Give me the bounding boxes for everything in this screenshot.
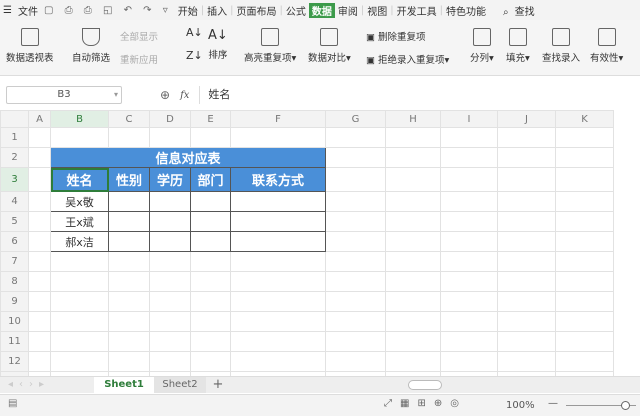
sheet-tabs-bar: ◂‹›▸ Sheet1 Sheet2 + xyxy=(0,376,640,393)
header-contact[interactable]: 联系方式 xyxy=(230,167,326,192)
row-header[interactable]: 11 xyxy=(0,331,29,352)
macro-icon[interactable]: ▤ xyxy=(8,398,17,409)
search-icon: ⌕ xyxy=(502,6,509,18)
row-header[interactable]: 4 xyxy=(0,191,29,212)
horizontal-scrollbar[interactable] xyxy=(408,380,442,390)
col-header[interactable]: I xyxy=(440,110,498,128)
col-header[interactable]: E xyxy=(190,110,231,128)
col-header[interactable]: A xyxy=(28,110,51,128)
header-gender[interactable]: 性别 xyxy=(108,167,150,192)
row-header[interactable]: 7 xyxy=(0,251,29,272)
row-header[interactable]: 3 xyxy=(0,167,29,192)
row-header[interactable]: 2 xyxy=(0,147,29,168)
col-header[interactable]: K xyxy=(555,110,614,128)
col-header[interactable]: H xyxy=(385,110,441,128)
name-cell[interactable]: 郝x洁 xyxy=(50,231,109,252)
name-cell[interactable]: 吴x敬 xyxy=(50,191,109,212)
pivot-table-button[interactable]: 数据透视表 xyxy=(6,28,54,64)
highlight-icon xyxy=(261,28,280,46)
row-header[interactable]: 10 xyxy=(0,311,29,332)
row-header[interactable]: 9 xyxy=(0,291,29,312)
view-buttons[interactable]: ⤢▦⊞⊕◎ xyxy=(384,398,467,409)
header-education[interactable]: 学历 xyxy=(149,167,191,192)
row-header[interactable]: 1 xyxy=(0,127,29,148)
split-icon xyxy=(472,28,491,46)
data-compare-button[interactable]: 数据对比▾ xyxy=(308,28,351,64)
col-header[interactable]: C xyxy=(108,110,150,128)
reject-duplicates-button[interactable]: ▣ 拒绝录入重复项▾ xyxy=(366,52,449,66)
sort-desc-icon[interactable]: Z↓ xyxy=(186,49,203,62)
tab-developer[interactable]: 开发工具 xyxy=(394,3,440,18)
select-all[interactable] xyxy=(0,110,29,128)
add-sheet-button[interactable]: + xyxy=(208,377,228,393)
validity-button[interactable]: 有效性▾ xyxy=(590,28,623,64)
tab-review[interactable]: 审阅 xyxy=(335,3,361,18)
tab-layout[interactable]: 页面布局 xyxy=(233,3,279,18)
delete-duplicates-button[interactable]: ▣ 删除重复项 xyxy=(366,29,426,43)
header-name[interactable]: 姓名 xyxy=(50,167,109,192)
fx-icon[interactable]: fx xyxy=(180,90,189,101)
col-header[interactable]: D xyxy=(149,110,191,128)
tab-data[interactable]: 数据 xyxy=(308,2,335,18)
reapply-button[interactable]: 重新应用 xyxy=(120,52,158,66)
zoom-out-button[interactable]: — xyxy=(548,398,558,409)
lookup-icon xyxy=(552,28,570,46)
sort-asc-icon[interactable]: A↓ xyxy=(186,26,203,39)
status-bar: ▤ ⤢▦⊞⊕◎ 100% — xyxy=(0,394,640,416)
sheet-nav-arrows[interactable]: ◂‹›▸ xyxy=(8,379,50,390)
autofilter-button[interactable]: 自动筛选 xyxy=(72,28,110,64)
row-header[interactable]: 6 xyxy=(0,231,29,252)
tab-start[interactable]: 开始 xyxy=(175,3,201,18)
formula-input[interactable]: 姓名 xyxy=(199,86,640,104)
sheet-tab-sheet2[interactable]: Sheet2 xyxy=(154,377,206,393)
fill-icon xyxy=(508,28,527,46)
lookup-entry-button[interactable]: 查找录入 xyxy=(542,28,580,64)
pivot-icon xyxy=(20,28,39,46)
show-all-button[interactable]: 全部显示 xyxy=(120,29,158,43)
tab-formula[interactable]: 公式 xyxy=(283,3,309,18)
row-header[interactable]: 5 xyxy=(0,211,29,232)
zoom-slider[interactable] xyxy=(566,401,636,410)
split-column-button[interactable]: 分列▾ xyxy=(470,28,494,64)
zoom-slider-thumb[interactable] xyxy=(621,401,630,410)
ribbon: 数据透视表 自动筛选 全部显示 重新应用 A↓ Z↓ A↓ 排序 高亮重复项▾ 数… xyxy=(0,20,640,76)
col-header[interactable]: G xyxy=(325,110,386,128)
col-header[interactable]: F xyxy=(230,110,326,128)
highlight-duplicates-button[interactable]: 高亮重复项▾ xyxy=(244,28,296,64)
col-header[interactable]: J xyxy=(497,110,556,128)
sheet-tab-sheet1[interactable]: Sheet1 xyxy=(94,377,154,393)
col-header[interactable]: B xyxy=(50,110,109,128)
row-header[interactable]: 12 xyxy=(0,351,29,372)
zoom-icon[interactable]: ⊕ xyxy=(160,88,170,102)
search-button[interactable]: ⌕ 查找 xyxy=(497,3,541,18)
validity-icon xyxy=(597,28,616,46)
menu-icon[interactable]: ☰ xyxy=(0,5,15,16)
name-box[interactable]: B3 xyxy=(6,86,122,104)
table-title[interactable]: 信息对应表 xyxy=(50,147,326,168)
tab-insert[interactable]: 插入 xyxy=(204,3,230,18)
quick-access-toolbar[interactable]: ▢ ⎙ ⎙ ◱ ↶ ↷ ▿ xyxy=(41,5,175,16)
spreadsheet-grid[interactable]: A B C D E F G H I J K 1 2 信息对应表 3 姓名 性别 … xyxy=(0,110,614,392)
name-cell[interactable]: 王x斌 xyxy=(50,211,109,232)
header-department[interactable]: 部门 xyxy=(190,167,231,192)
formula-bar: B3 ⊕ fx 姓名 xyxy=(0,84,640,106)
compare-icon xyxy=(320,28,339,46)
fill-button[interactable]: 填充▾ xyxy=(506,28,530,64)
tab-features[interactable]: 特色功能 xyxy=(443,3,489,18)
sort-button[interactable]: A↓ 排序 xyxy=(208,28,228,61)
zoom-level[interactable]: 100% xyxy=(506,400,535,411)
menu-bar: ☰ 文件 ▢ ⎙ ⎙ ◱ ↶ ↷ ▿ 开始 | 插入 | 页面布局 | 公式 数据 审… xyxy=(0,0,640,20)
filter-icon xyxy=(82,28,100,46)
file-menu[interactable]: 文件 xyxy=(15,3,41,18)
tab-view[interactable]: 视图 xyxy=(364,3,390,18)
row-header[interactable]: 8 xyxy=(0,271,29,292)
